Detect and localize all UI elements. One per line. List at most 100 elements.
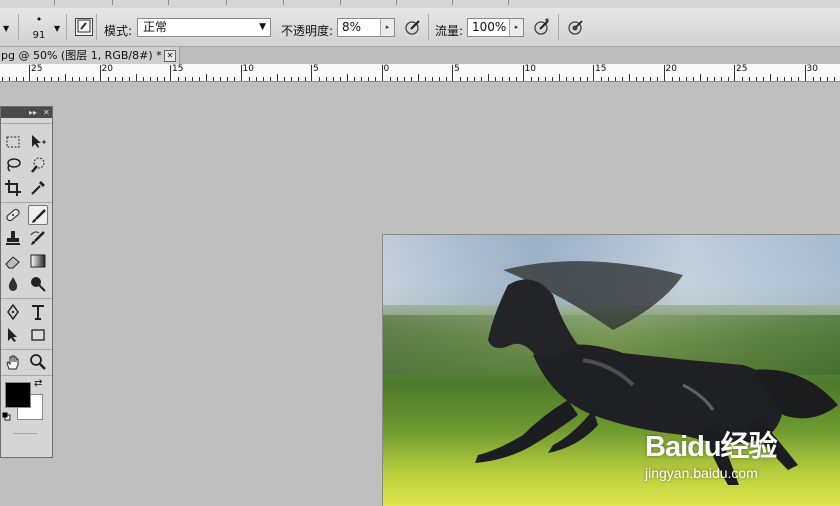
menu-tick xyxy=(112,0,113,5)
separator xyxy=(1,202,52,203)
ruler-label: 0 xyxy=(383,64,390,74)
ruler-minor-tick xyxy=(488,74,490,81)
gradient-tool[interactable] xyxy=(28,251,48,271)
lasso-tool[interactable] xyxy=(3,155,23,175)
foreground-color-swatch[interactable] xyxy=(5,382,31,408)
ruler-minor-tick xyxy=(798,77,800,81)
ruler-minor-tick xyxy=(156,77,158,81)
ruler-minor-tick xyxy=(678,77,680,81)
healing-brush-tool[interactable] xyxy=(3,205,23,225)
ruler-major-tick xyxy=(593,65,594,81)
close-icon[interactable]: ✕ xyxy=(164,50,176,62)
history-brush-tool[interactable] xyxy=(28,228,48,248)
toggle-brush-panel-button[interactable] xyxy=(75,18,93,36)
rectangular-marquee-tool[interactable] xyxy=(3,132,23,152)
separator xyxy=(1,123,52,124)
flow-slider-arrow-icon[interactable]: ▸ xyxy=(509,19,523,36)
ruler-minor-tick xyxy=(51,77,53,81)
horizontal-ruler[interactable]: 25 20 15 10 5 0 5 10 15 20 25 30 xyxy=(0,64,840,82)
airbrush-icon[interactable] xyxy=(533,18,551,36)
tablet-pressure-size-icon[interactable] xyxy=(567,18,585,36)
tablet-pressure-opacity-icon[interactable] xyxy=(404,18,422,36)
path-selection-tool[interactable] xyxy=(3,325,23,345)
ruler-minor-tick xyxy=(333,77,335,81)
type-tool[interactable] xyxy=(28,302,48,322)
blur-tool[interactable] xyxy=(3,274,23,294)
brush-icon xyxy=(32,209,46,223)
eraser-tool[interactable] xyxy=(3,251,23,271)
document-tab[interactable]: pg @ 50% (图层 1, RGB/8#) * ✕ xyxy=(0,47,180,64)
brush-preset-arrow-icon[interactable]: ▼ xyxy=(54,24,60,33)
ruler-minor-tick xyxy=(650,77,652,81)
separator xyxy=(558,14,559,40)
menu-tick xyxy=(283,0,284,5)
ruler-minor-tick xyxy=(784,77,786,81)
ruler-minor-tick xyxy=(467,77,469,81)
ruler-minor-tick xyxy=(551,77,553,81)
ruler-minor-tick xyxy=(107,77,109,81)
ruler-minor-tick xyxy=(685,77,687,81)
image-canvas[interactable]: Baidu经验 jingyan.baidu.com xyxy=(383,235,840,506)
ruler-minor-tick xyxy=(410,77,412,81)
horse-image xyxy=(475,261,838,485)
quick-selection-tool[interactable] xyxy=(28,155,48,175)
ruler-label: 10 xyxy=(242,64,254,74)
lasso-icon xyxy=(7,158,21,172)
ruler-minor-tick xyxy=(474,77,476,81)
move-icon xyxy=(32,135,46,148)
brush-preset-picker[interactable]: • 91 xyxy=(28,12,50,42)
swap-colors-icon[interactable]: ⇄ xyxy=(34,378,42,389)
ruler-minor-tick xyxy=(121,77,123,81)
eyedropper-tool[interactable] xyxy=(28,178,48,198)
collapse-icon[interactable]: ▸▸ xyxy=(29,107,37,118)
dodge-tool[interactable] xyxy=(28,274,48,294)
ruler-minor-tick xyxy=(749,77,751,81)
ruler-minor-tick xyxy=(692,77,694,81)
hand-tool[interactable] xyxy=(3,352,23,372)
brush-tool[interactable] xyxy=(28,205,48,225)
crop-tool[interactable] xyxy=(3,178,23,198)
opacity-input[interactable]: 8% ▸ xyxy=(337,18,395,37)
ruler-minor-tick xyxy=(8,77,10,81)
ruler-minor-tick xyxy=(86,77,88,81)
clone-stamp-tool[interactable] xyxy=(3,228,23,248)
ruler-minor-tick xyxy=(128,77,130,81)
tool-preset-arrow-icon[interactable]: ▼ xyxy=(3,24,9,33)
move-tool[interactable] xyxy=(28,132,48,152)
flow-input[interactable]: 100% ▸ xyxy=(467,18,524,37)
drop-icon xyxy=(8,277,18,291)
tools-panel-header[interactable]: ▸▸ ✕ xyxy=(1,107,52,118)
blend-mode-select[interactable]: 正常 ▼ xyxy=(137,18,271,37)
zoom-tool[interactable] xyxy=(28,352,48,372)
menu-tick xyxy=(396,0,397,5)
ruler-label: 20 xyxy=(665,64,677,74)
marquee-icon xyxy=(6,136,20,148)
ruler-minor-tick xyxy=(727,77,729,81)
ruler-label: 15 xyxy=(595,64,607,74)
pen-tool[interactable] xyxy=(3,302,23,322)
close-icon[interactable]: ✕ xyxy=(43,107,50,118)
ruler-minor-tick xyxy=(389,77,391,81)
separator xyxy=(66,14,67,40)
ruler-minor-tick xyxy=(636,77,638,81)
opacity-slider-arrow-icon[interactable]: ▸ xyxy=(380,19,394,36)
ruler-minor-tick xyxy=(544,77,546,81)
ruler-minor-tick xyxy=(65,74,67,81)
ruler-minor-tick xyxy=(530,77,532,81)
ruler-minor-tick xyxy=(340,77,342,81)
gradient-icon xyxy=(30,254,46,268)
ruler-label: 25 xyxy=(31,64,43,74)
ruler-minor-tick xyxy=(135,74,137,81)
default-colors-icon[interactable] xyxy=(2,410,11,421)
ruler-minor-tick xyxy=(699,74,701,81)
ruler-label: 5 xyxy=(454,64,460,74)
brush-tip-icon: • xyxy=(35,13,43,26)
ruler-minor-tick xyxy=(742,77,744,81)
ruler-major-tick xyxy=(381,65,383,81)
ruler-label: 20 xyxy=(101,64,113,74)
path-selection-icon xyxy=(8,328,17,342)
rectangle-tool[interactable] xyxy=(28,325,48,345)
ruler-minor-tick xyxy=(833,77,835,81)
ruler-minor-tick xyxy=(431,77,433,81)
eraser-icon xyxy=(5,256,20,269)
